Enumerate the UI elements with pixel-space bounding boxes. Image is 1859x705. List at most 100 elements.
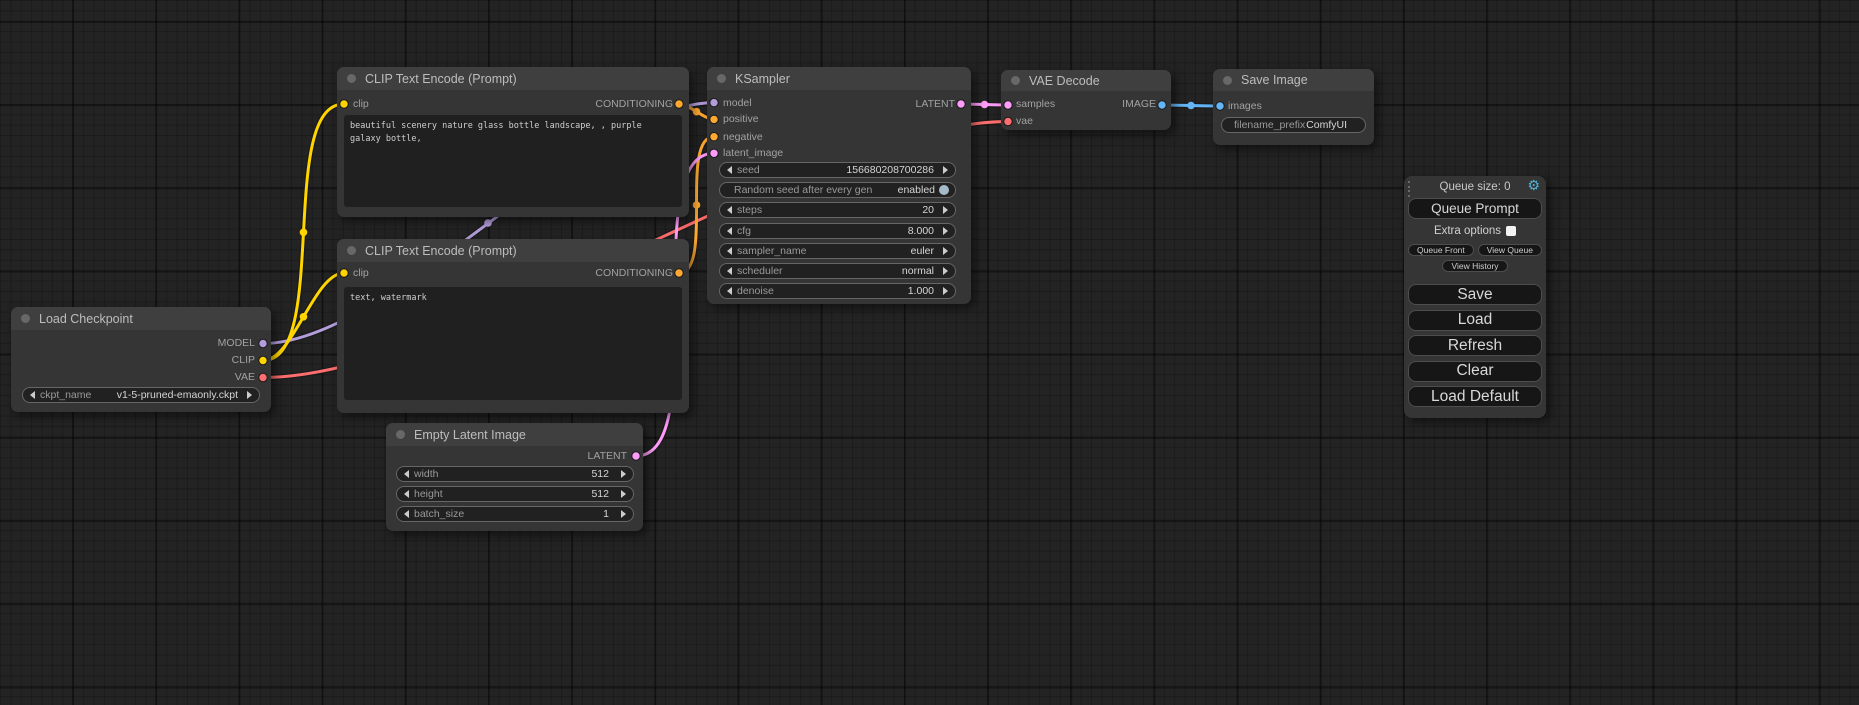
- link-middot: [300, 313, 308, 321]
- input-label-latent-image: latent_image: [723, 147, 783, 159]
- widget-arrow-left-icon[interactable]: [727, 227, 732, 235]
- graph-canvas[interactable]: { "colors": { "model": "#b39ddb", "clip"…: [0, 0, 1859, 705]
- view-queue-button[interactable]: View Queue: [1478, 244, 1542, 256]
- widget-arrow-right-icon[interactable]: [943, 206, 948, 214]
- sampler-name-widget[interactable]: sampler_name euler: [719, 243, 956, 259]
- output-label-vae: VAE: [235, 371, 255, 383]
- widget-label: Random seed after every gen: [720, 184, 872, 196]
- node-title-bar[interactable]: Empty Latent Image: [386, 423, 643, 446]
- ckpt-name-widget[interactable]: ckpt_name v1-5-pruned-emaonly.ckpt: [22, 387, 260, 403]
- output-label-latent: LATENT: [588, 450, 627, 462]
- output-label-model: MODEL: [218, 337, 255, 349]
- node-title-bar[interactable]: KSampler: [707, 67, 971, 90]
- cfg-widget[interactable]: cfg 8.000: [719, 223, 956, 239]
- widget-label: seed: [737, 164, 760, 176]
- widget-arrow-right-icon[interactable]: [943, 166, 948, 174]
- node-title-text: VAE Decode: [1029, 74, 1100, 88]
- input-label-vae: vae: [1016, 115, 1033, 127]
- node-clip-text-encode-positive[interactable]: CLIP Text Encode (Prompt) clip CONDITION…: [337, 67, 689, 217]
- load-default-button[interactable]: Load Default: [1408, 386, 1542, 407]
- widget-value: 156680208700286: [846, 164, 943, 176]
- widget-arrow-right-icon[interactable]: [943, 247, 948, 255]
- settings-gear-icon[interactable]: ⚙: [1527, 177, 1540, 194]
- node-status-dot-icon: [717, 74, 726, 83]
- widget-label: steps: [737, 204, 762, 216]
- link-clip-positive: [263, 104, 344, 361]
- node-clip-text-encode-negative[interactable]: CLIP Text Encode (Prompt) clip CONDITION…: [337, 239, 689, 413]
- node-vae-decode[interactable]: VAE Decode samples vae IMAGE: [1001, 70, 1171, 130]
- input-label-model: model: [723, 97, 752, 109]
- denoise-widget[interactable]: denoise 1.000: [719, 283, 956, 299]
- steps-widget[interactable]: steps 20: [719, 202, 956, 218]
- widget-value: 8.000: [908, 225, 943, 237]
- widget-arrow-left-icon[interactable]: [404, 510, 409, 518]
- widget-label: batch_size: [414, 508, 464, 520]
- widget-arrow-left-icon[interactable]: [727, 287, 732, 295]
- queue-front-button[interactable]: Queue Front: [1408, 244, 1474, 256]
- widget-arrow-left-icon[interactable]: [727, 206, 732, 214]
- widget-arrow-left-icon[interactable]: [404, 470, 409, 478]
- widget-arrow-right-icon[interactable]: [943, 227, 948, 235]
- prompt-textarea[interactable]: text, watermark: [344, 287, 682, 400]
- widget-label: scheduler: [737, 265, 783, 277]
- node-save-image[interactable]: Save Image images filename_prefix ComfyU…: [1213, 69, 1374, 145]
- widget-arrow-left-icon[interactable]: [404, 490, 409, 498]
- widget-arrow-right-icon[interactable]: [621, 510, 626, 518]
- node-status-dot-icon: [347, 74, 356, 83]
- ksampler-widgets: seed 156680208700286 Random seed after e…: [719, 162, 956, 303]
- link-clip-negative: [263, 273, 344, 361]
- node-title-text: Save Image: [1241, 73, 1308, 87]
- batch-size-widget[interactable]: batch_size 1: [396, 506, 634, 522]
- seed-widget[interactable]: seed 156680208700286: [719, 162, 956, 178]
- output-label-clip: CLIP: [232, 354, 255, 366]
- widget-arrow-right-icon[interactable]: [247, 391, 252, 399]
- link-middot: [981, 101, 989, 109]
- output-label-image: IMAGE: [1122, 98, 1156, 110]
- widget-value: 512: [591, 468, 621, 480]
- input-label-images: images: [1228, 100, 1262, 112]
- widget-arrow-left-icon[interactable]: [727, 267, 732, 275]
- widget-label: denoise: [737, 285, 774, 297]
- width-widget[interactable]: width 512: [396, 466, 634, 482]
- comfy-menu-panel: Queue size: 0 ⚙ Queue Prompt Extra optio…: [1404, 176, 1546, 418]
- widget-arrow-right-icon[interactable]: [943, 287, 948, 295]
- save-button[interactable]: Save: [1408, 284, 1542, 305]
- widget-value: 20: [922, 204, 943, 216]
- node-title-bar[interactable]: VAE Decode: [1001, 70, 1171, 91]
- random-seed-toggle[interactable]: Random seed after every gen enabled: [719, 182, 956, 198]
- node-title-bar[interactable]: Save Image: [1213, 69, 1374, 91]
- widget-arrow-left-icon[interactable]: [30, 391, 35, 399]
- node-empty-latent-image[interactable]: Empty Latent Image LATENT width 512 heig…: [386, 423, 643, 531]
- widget-label: height: [414, 488, 443, 500]
- input-label-clip: clip: [353, 98, 369, 110]
- prompt-textarea[interactable]: beautiful scenery nature glass bottle la…: [344, 115, 682, 207]
- widget-arrow-right-icon[interactable]: [621, 470, 626, 478]
- widget-arrow-left-icon[interactable]: [727, 247, 732, 255]
- widget-label: filename_prefix: [1222, 119, 1305, 131]
- clear-button[interactable]: Clear: [1408, 361, 1542, 382]
- node-title-bar[interactable]: CLIP Text Encode (Prompt): [337, 239, 689, 262]
- height-widget[interactable]: height 512: [396, 486, 634, 502]
- queue-size-label: Queue size: 0: [1404, 181, 1546, 193]
- widget-arrow-left-icon[interactable]: [727, 166, 732, 174]
- node-title-bar[interactable]: Load Checkpoint: [11, 307, 271, 330]
- output-label-conditioning: CONDITIONING: [595, 98, 673, 110]
- node-title-bar[interactable]: CLIP Text Encode (Prompt): [337, 67, 689, 90]
- view-history-button[interactable]: View History: [1442, 260, 1507, 272]
- queue-prompt-button[interactable]: Queue Prompt: [1408, 198, 1542, 219]
- widget-arrow-right-icon[interactable]: [943, 267, 948, 275]
- output-label-latent: LATENT: [916, 98, 955, 110]
- widget-arrow-right-icon[interactable]: [621, 490, 626, 498]
- scheduler-widget[interactable]: scheduler normal: [719, 263, 956, 279]
- refresh-button[interactable]: Refresh: [1408, 335, 1542, 356]
- node-title-text: Load Checkpoint: [39, 312, 133, 326]
- node-load-checkpoint[interactable]: Load Checkpoint MODEL CLIP VAE ckpt_name…: [11, 307, 271, 412]
- extra-options-checkbox[interactable]: [1506, 226, 1516, 236]
- load-button[interactable]: Load: [1408, 310, 1542, 331]
- node-title-text: Empty Latent Image: [414, 428, 526, 442]
- node-status-dot-icon: [347, 246, 356, 255]
- toggle-dot-icon[interactable]: [939, 185, 949, 195]
- node-ksampler[interactable]: KSampler model positive negative latent_…: [707, 67, 971, 304]
- filename-prefix-widget[interactable]: filename_prefix ComfyUI: [1221, 117, 1366, 133]
- widget-value: euler: [911, 245, 943, 257]
